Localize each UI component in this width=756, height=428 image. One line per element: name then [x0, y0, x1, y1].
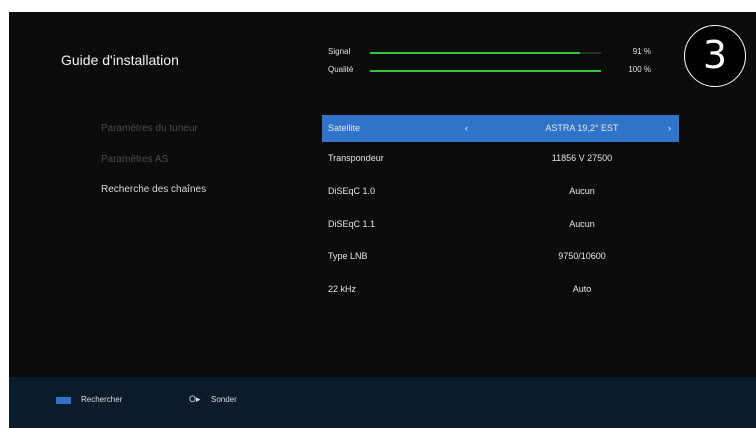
quality-bar-fill: [370, 70, 601, 72]
setting-value: 11856 V 27500: [551, 153, 613, 163]
arrow-right-icon[interactable]: ›: [668, 115, 671, 142]
setting-value: Aucun: [569, 186, 595, 196]
setting-row-diseqc-1-0[interactable]: DiSEqC 1.0 Aucun: [322, 178, 679, 205]
setting-label: DiSEqC 1.1: [328, 219, 376, 229]
sidebar-item-tuner-settings[interactable]: Paramètres du tuneur: [101, 123, 198, 134]
setting-value: Auto: [572, 284, 592, 294]
setting-row-22khz[interactable]: 22 kHz Auto: [322, 276, 679, 303]
tv-screen: Guide d'installation Paramètres du tuneu…: [9, 12, 756, 428]
setting-label: Satellite: [328, 123, 361, 133]
ok-key-label: Sonder: [211, 395, 237, 404]
setting-row-transponder[interactable]: Transpondeur 11856 V 27500: [322, 145, 679, 172]
setting-row-lnb-type[interactable]: Type LNB 9750/10600: [322, 243, 679, 270]
quality-bar: [370, 70, 601, 72]
sidebar-item-channel-search[interactable]: Recherche des chaînes: [101, 184, 206, 195]
signal-bar: [370, 52, 601, 54]
quality-label: Qualité: [328, 65, 354, 74]
setting-label: Transpondeur: [328, 153, 384, 163]
footer-bar: Rechercher O▸ Sonder: [9, 377, 756, 428]
setting-value: ASTRA 19,2° EST: [545, 123, 619, 133]
signal-value: 91 %: [632, 47, 651, 56]
arrow-left-icon[interactable]: ‹: [465, 115, 468, 142]
setting-label: DiSEqC 1.0: [328, 186, 376, 196]
setting-value: Aucun: [569, 219, 595, 229]
ok-key-icon: O▸: [189, 394, 201, 404]
blue-key-icon: [56, 397, 71, 404]
signal-label: Signal: [328, 47, 351, 56]
setting-row-diseqc-1-1[interactable]: DiSEqC 1.1 Aucun: [322, 211, 679, 238]
page-title: Guide d'installation: [61, 52, 179, 68]
blue-key-label: Rechercher: [81, 395, 123, 404]
sidebar-item-as-settings[interactable]: Paramètres AS: [101, 154, 168, 165]
setting-value: 9750/10600: [558, 251, 606, 261]
step-number-badge: 3: [684, 25, 746, 87]
setting-row-satellite[interactable]: Satellite ‹ ASTRA 19,2° EST ›: [322, 115, 679, 142]
setting-label: Type LNB: [328, 251, 368, 261]
setting-label: 22 kHz: [328, 284, 357, 294]
quality-value: 100 %: [628, 65, 651, 74]
signal-bar-fill: [370, 52, 581, 54]
